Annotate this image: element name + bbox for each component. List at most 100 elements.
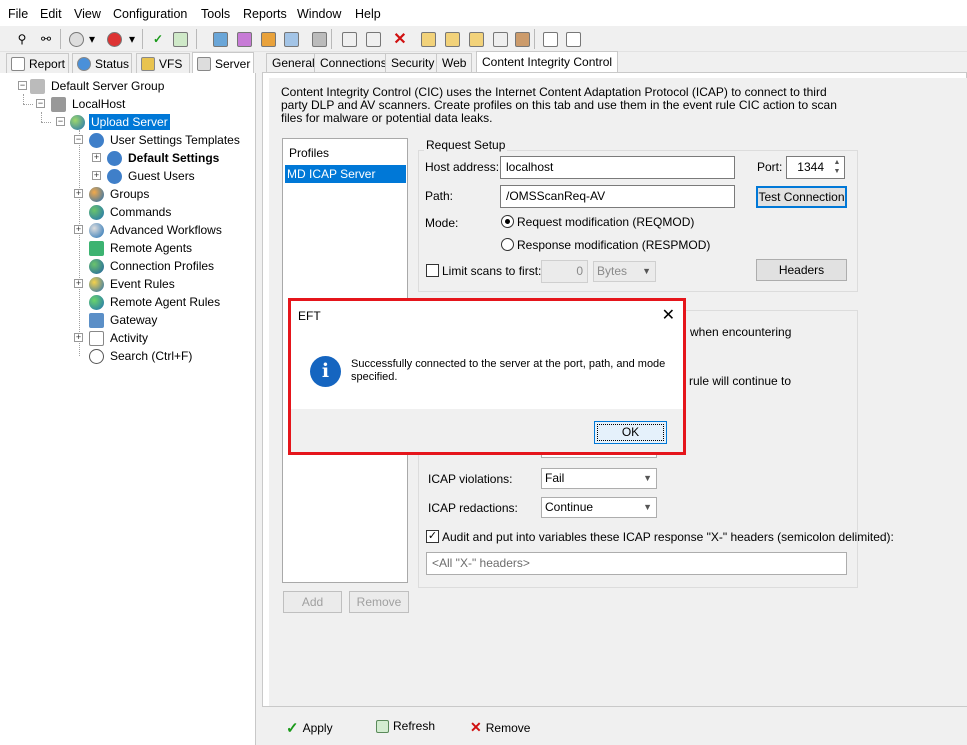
chevron-down-icon: ▼: [643, 473, 652, 483]
document-copy-icon[interactable]: [563, 29, 583, 49]
port-spinner[interactable]: ▲ ▼: [831, 158, 843, 177]
tree-node-guest-users[interactable]: Guest Users: [107, 167, 197, 185]
audit-headers-input[interactable]: <All "X-" headers>: [426, 552, 847, 575]
edit-rule-icon[interactable]: [363, 29, 383, 49]
path-input[interactable]: /OMSScanReq-AV: [500, 185, 735, 208]
mode-reqmod-radio[interactable]: [501, 215, 514, 228]
group-icon[interactable]: [258, 29, 278, 49]
expand-toggle[interactable]: +: [74, 333, 83, 342]
disconnect-icon[interactable]: ⚯: [36, 29, 56, 49]
menu-file[interactable]: File: [8, 7, 28, 21]
info-icon: i: [310, 356, 341, 387]
computer-icon[interactable]: [309, 29, 329, 49]
tree-node-upload-server[interactable]: Upload Server: [70, 113, 170, 131]
mode-respmod-radio[interactable]: [501, 238, 514, 251]
tab-connections[interactable]: Connections: [314, 53, 393, 72]
menu-window[interactable]: Window: [297, 7, 341, 21]
refresh-icon[interactable]: [170, 29, 190, 49]
menu-tools[interactable]: Tools: [201, 7, 230, 21]
menu-reports[interactable]: Reports: [243, 7, 287, 21]
test-connection-button[interactable]: Test Connection: [756, 186, 847, 208]
tree-node-connection-profiles[interactable]: Connection Profiles: [89, 257, 216, 275]
chevron-down-icon: ▼: [642, 266, 651, 276]
host-address-input[interactable]: localhost: [500, 156, 735, 179]
mode-respmod-label[interactable]: Response modification (RESPMOD): [517, 238, 710, 252]
close-icon[interactable]: ✕: [662, 305, 675, 325]
tree-node-advanced-workflows[interactable]: Advanced Workflows: [89, 221, 224, 239]
tree-node-event-rules[interactable]: Event Rules: [89, 275, 177, 293]
icap-violations-select[interactable]: Fail ▼: [541, 468, 657, 489]
apply-button[interactable]: ✓ Apply: [286, 719, 333, 737]
mode-reqmod-label[interactable]: Request modification (REQMOD): [517, 215, 694, 229]
menu-view[interactable]: View: [74, 7, 101, 21]
menu-help[interactable]: Help: [355, 7, 381, 21]
menu-configuration[interactable]: Configuration: [113, 7, 187, 21]
add-profile-button[interactable]: Add: [283, 591, 342, 613]
template-icon[interactable]: [281, 29, 301, 49]
expand-toggle[interactable]: +: [74, 189, 83, 198]
collapse-toggle[interactable]: −: [18, 81, 27, 90]
expand-toggle[interactable]: +: [74, 279, 83, 288]
refresh-icon: [376, 719, 389, 733]
settings-gear-icon[interactable]: [234, 29, 254, 49]
tree-node-groups[interactable]: Groups: [89, 185, 151, 203]
refresh-button[interactable]: Refresh: [376, 719, 435, 733]
remove-profile-button[interactable]: Remove: [349, 591, 409, 613]
remove-button[interactable]: ✕ Remove: [470, 719, 530, 736]
cic-description: Content Integrity Control (CIC) uses the…: [281, 85, 837, 125]
ok-button[interactable]: OK: [594, 421, 667, 444]
tree-node-remote-agent-rules[interactable]: Remote Agent Rules: [89, 293, 222, 311]
limit-unit-select[interactable]: Bytes ▼: [593, 261, 656, 282]
menu-edit[interactable]: Edit: [40, 7, 62, 21]
groups-icon: [89, 186, 104, 202]
tree-node-localhost[interactable]: LocalHost: [51, 95, 127, 113]
tab-report[interactable]: Report: [6, 53, 69, 73]
mail-rule-icon[interactable]: [442, 29, 462, 49]
connect-icon[interactable]: ⚲: [12, 29, 32, 49]
audit-checkbox[interactable]: ✓: [426, 530, 439, 543]
collapse-toggle[interactable]: −: [56, 117, 65, 126]
tree-node-search[interactable]: Search (Ctrl+F): [89, 347, 194, 365]
globe-icon: [89, 258, 104, 274]
icap-redactions-select[interactable]: Continue ▼: [541, 497, 657, 518]
tree-node-remote-agents[interactable]: Remote Agents: [89, 239, 194, 257]
tree-node-gateway[interactable]: Gateway: [89, 311, 159, 329]
tools-icon[interactable]: [512, 29, 532, 49]
dropdown-arrow-icon[interactable]: ▾: [82, 29, 102, 49]
mail-edit-icon[interactable]: [466, 29, 486, 49]
headers-button[interactable]: Headers: [756, 259, 847, 281]
new-rule-icon[interactable]: [339, 29, 359, 49]
limit-scans-checkbox[interactable]: [426, 264, 439, 277]
dialog-title: EFT: [298, 309, 321, 323]
checkmark-icon[interactable]: ✓: [148, 29, 168, 49]
list-item[interactable]: MD ICAP Server: [285, 165, 406, 183]
tab-security[interactable]: Security: [385, 53, 441, 72]
expand-toggle[interactable]: +: [92, 153, 101, 162]
collapse-toggle[interactable]: −: [74, 135, 83, 144]
document-icon[interactable]: [540, 29, 560, 49]
tab-vfs[interactable]: VFS: [136, 53, 190, 73]
tab-content-integrity-control[interactable]: Content Integrity Control: [476, 51, 619, 73]
collapse-toggle[interactable]: −: [36, 99, 45, 108]
stop-server-icon[interactable]: [104, 29, 124, 49]
limit-scans-input[interactable]: 0: [541, 260, 588, 283]
tree-node-commands[interactable]: Commands: [89, 203, 173, 221]
expand-toggle[interactable]: +: [74, 225, 83, 234]
tree-node-server-group[interactable]: Default Server Group: [30, 77, 166, 95]
tab-general[interactable]: General: [266, 53, 321, 72]
tab-server[interactable]: Server: [192, 52, 254, 74]
search-icon: [89, 348, 104, 364]
tree-node-default-settings[interactable]: Default Settings: [107, 149, 221, 167]
delete-icon[interactable]: ✕: [390, 29, 410, 49]
users-icon[interactable]: [210, 29, 230, 49]
tab-web[interactable]: Web: [436, 53, 473, 72]
tree-node-activity[interactable]: Activity: [89, 329, 150, 347]
expand-toggle[interactable]: +: [92, 171, 101, 180]
tab-status[interactable]: Status: [72, 53, 132, 73]
calendar-icon[interactable]: [490, 29, 510, 49]
dialog-footer: OK: [291, 409, 683, 452]
mail-icon[interactable]: [418, 29, 438, 49]
partial-text-encountering: when encountering: [690, 325, 792, 339]
tree-node-user-settings-templates[interactable]: User Settings Templates: [89, 131, 242, 149]
dropdown-arrow-icon[interactable]: ▾: [122, 29, 142, 49]
